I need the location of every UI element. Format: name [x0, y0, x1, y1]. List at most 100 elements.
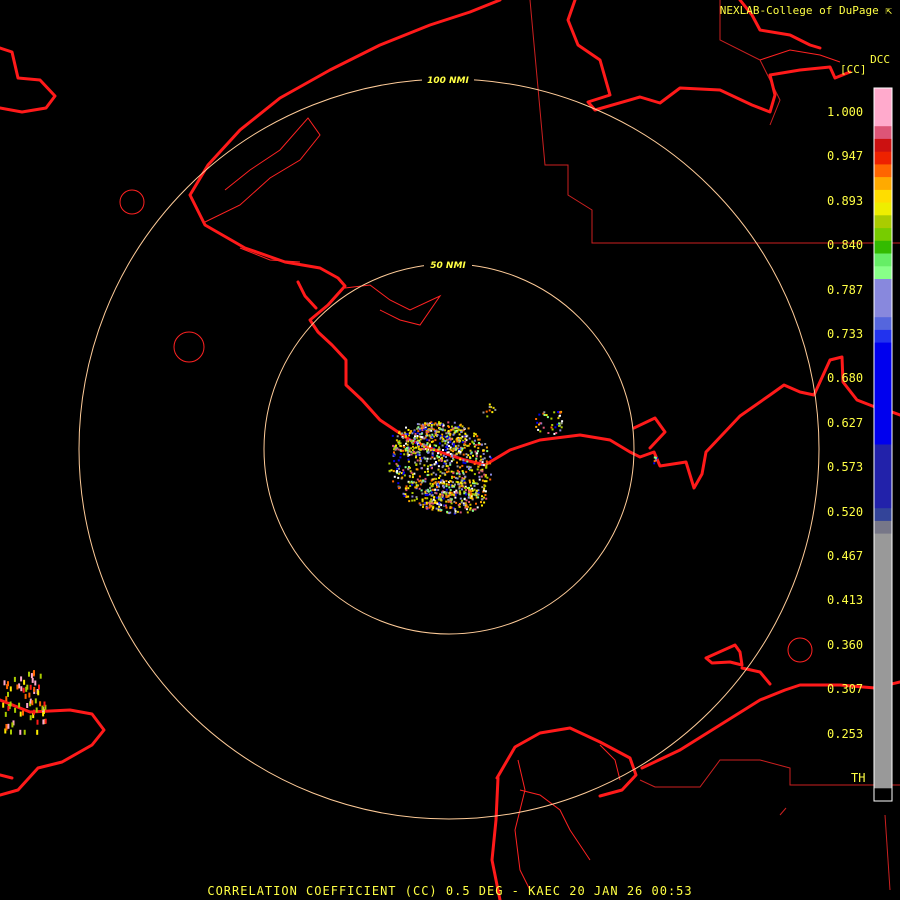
radar-echo-pixel — [453, 485, 456, 488]
radar-echo-pixel — [480, 498, 483, 501]
radar-echo-pixel — [404, 435, 407, 438]
radar-echo-pixel — [488, 409, 491, 412]
radar-echo-pixel — [422, 506, 424, 508]
radar-echo-pixel — [11, 722, 14, 728]
radar-echo-pixel — [543, 411, 546, 414]
range-ring-labels: 50 NMI 100 NMI — [422, 73, 474, 271]
radar-echo-pixel — [459, 491, 462, 494]
radar-echo-pixel — [388, 462, 391, 465]
radar-echo-pixel — [483, 487, 486, 490]
color-scale-segment — [874, 88, 892, 127]
radar-echo-pixel — [489, 462, 492, 465]
radar-echo-pixel — [398, 467, 400, 470]
radar-echo-pixel — [458, 437, 461, 439]
radar-echo-pixel — [469, 442, 471, 445]
radar-echo-pixel — [407, 458, 410, 461]
radar-echo-pixel — [464, 462, 467, 465]
color-scale-segment — [874, 228, 892, 242]
radar-echo-pixel — [436, 454, 439, 457]
radar-echo-pixel — [9, 686, 12, 692]
radar-echo-pixel — [444, 442, 447, 445]
radar-echo-pixel — [410, 440, 413, 443]
radar-echo-pixel — [413, 437, 416, 440]
external-link-icon[interactable]: ⇱ — [879, 4, 892, 17]
radar-echo-pixel — [481, 461, 484, 464]
radar-echo-pixel — [407, 429, 410, 431]
radar-echo-pixel — [438, 505, 441, 508]
radar-echo-pixel — [447, 432, 450, 435]
product-code: DCC — [870, 53, 890, 66]
radar-echo-pixel — [458, 473, 461, 475]
radar-echo-pixel — [449, 497, 452, 500]
radar-echo-pixel — [393, 454, 396, 457]
radar-echo-pixel — [445, 485, 448, 488]
radar-echo-pixel — [433, 463, 436, 466]
radar-echo-pixel — [452, 447, 455, 450]
radar-echo-pixel — [404, 449, 407, 452]
radar-echo-pixel — [468, 437, 471, 440]
radar-echo-pixel — [466, 511, 469, 514]
radar-echo-pixel — [440, 460, 443, 462]
radar-echo-pixel — [424, 471, 427, 473]
radar-echo-pixel — [437, 465, 440, 468]
radar-echo-pixel — [439, 470, 442, 473]
radar-echo-pixel — [441, 479, 444, 482]
radar-echo-pixel — [9, 701, 12, 707]
credit-header[interactable]: NEXLAB-College of DuPage ⇱ — [720, 4, 892, 17]
radar-echo-pixel — [417, 430, 420, 433]
radar-echo-pixel — [483, 457, 486, 460]
radar-echo-pixel — [461, 477, 464, 479]
radar-echo-pixel — [465, 456, 468, 459]
radar-echo-pixel — [418, 454, 421, 456]
radar-echo-pixel — [494, 408, 497, 411]
radar-echo-pixel — [481, 479, 484, 482]
radar-echo-pixel — [413, 499, 416, 502]
radar-echo-pixel — [471, 487, 474, 490]
boundary-lines — [529, 0, 900, 891]
radar-echo-pixel — [557, 417, 560, 420]
color-scale-label: 0.573 — [827, 460, 864, 475]
radar-echo-pixel — [474, 433, 477, 436]
radar-echo-pixel — [410, 453, 413, 456]
radar-echo-pixel — [463, 490, 466, 493]
radar-echo-pixel — [432, 507, 435, 509]
radar-echo-pixel — [477, 447, 480, 450]
radar-echo-pixel — [458, 450, 460, 453]
radar-echo-pixel — [559, 429, 562, 432]
radar-echo-pixel — [405, 439, 408, 442]
color-scale-label: TH — [851, 771, 866, 785]
color-scale-label: 0.893 — [827, 193, 864, 208]
radar-echo-pixel — [435, 444, 438, 447]
radar-echo-pixel — [442, 449, 444, 451]
radar-echo-pixel — [424, 480, 427, 483]
radar-echo-pixel — [435, 492, 438, 495]
radar-echo-pixel — [439, 493, 442, 496]
radar-echo-pixel — [475, 489, 478, 492]
radar-echo-pixel — [421, 500, 424, 503]
radar-echo-pixel — [420, 427, 423, 430]
radar-echo-pixel — [459, 497, 462, 500]
radar-echo-pixel — [413, 430, 416, 433]
radar-echo-pixel — [434, 481, 437, 484]
radar-echo-pixel — [424, 490, 427, 493]
radar-echo-pixel — [407, 460, 410, 463]
radar-echo-pixel — [438, 456, 441, 458]
radar-echo-pixel — [408, 500, 411, 503]
radar-echo-pixel — [467, 454, 470, 457]
radar-echo-pixel — [466, 460, 469, 463]
radar-echo-pixel — [429, 505, 432, 508]
radar-echo-pixel — [462, 453, 465, 456]
radar-echo-pixel — [18, 702, 21, 708]
radar-echo-pixel — [558, 422, 561, 425]
radar-echo-pixel — [461, 441, 464, 444]
radar-echo-pixel — [555, 432, 558, 434]
color-scale-label: 0.627 — [827, 415, 864, 430]
radar-echo-pixel — [445, 500, 448, 503]
radar-echo-pixel — [560, 422, 563, 425]
radar-echo-pixel — [483, 480, 486, 483]
radar-echo-pixel — [403, 446, 406, 448]
radar-echo-pixel — [475, 455, 478, 458]
radar-echo-pixel — [405, 496, 408, 498]
color-scale-segment — [874, 317, 892, 331]
radar-echo-pixel — [28, 692, 31, 698]
